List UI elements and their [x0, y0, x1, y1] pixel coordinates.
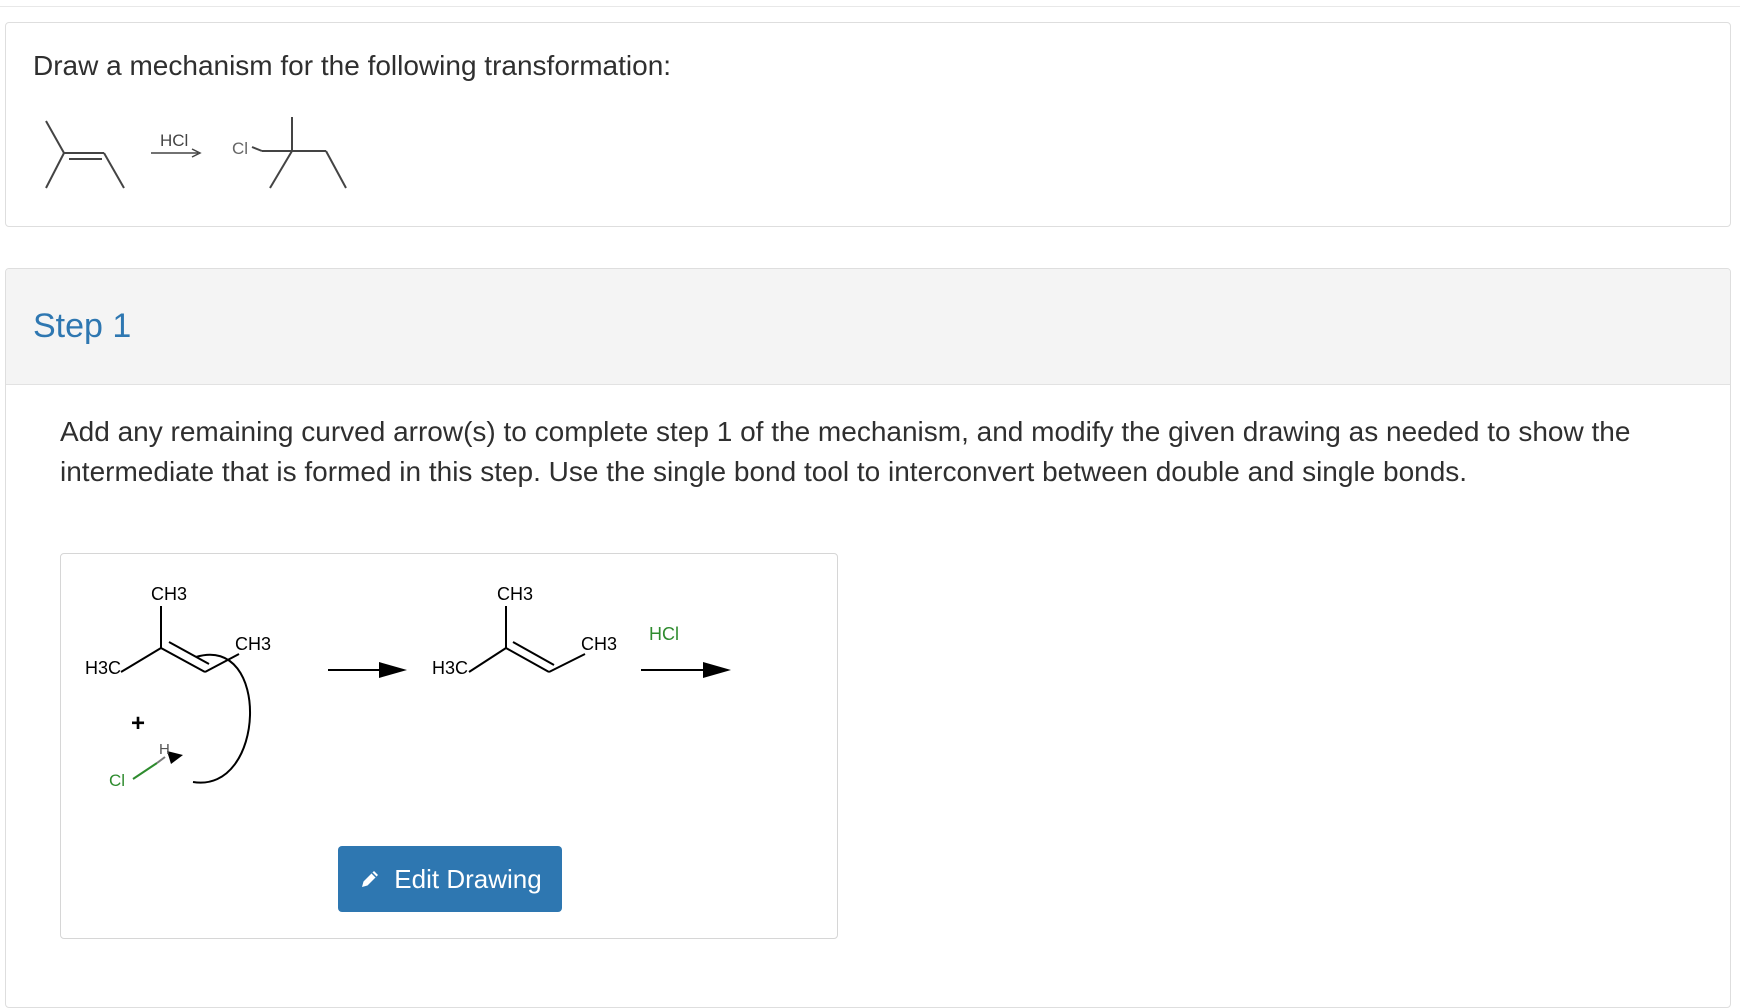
plus-sign: + [131, 710, 145, 737]
curved-arrow[interactable] [192, 653, 251, 784]
bond-line [120, 647, 162, 673]
edit-drawing-button[interactable]: Edit Drawing [338, 846, 562, 912]
methyl-label: H3C [85, 658, 121, 678]
bond-line [325, 150, 347, 189]
step-card: Step 1 Add any remaining curved arrow(s)… [5, 268, 1731, 1008]
bond-line [103, 152, 125, 189]
methyl-label: CH3 [235, 634, 271, 654]
bond-line [168, 641, 210, 665]
bond-line [505, 647, 550, 673]
bond-line [548, 653, 586, 673]
reagent-label: HCl [649, 624, 679, 644]
methyl-label: CH3 [497, 584, 533, 604]
edit-drawing-label: Edit Drawing [394, 863, 542, 894]
reaction-arrowhead [703, 662, 731, 678]
bond-line [468, 647, 507, 673]
methyl-label: CH3 [581, 634, 617, 654]
hydrogen-label: H [159, 741, 170, 758]
bond-line [512, 641, 555, 666]
bond-line [45, 152, 65, 189]
bond-line [269, 150, 293, 189]
reaction-arrowhead [379, 662, 407, 678]
bond-line [45, 120, 65, 154]
bond-line [251, 146, 263, 152]
step-header: Step 1 [6, 269, 1730, 385]
question-card: Draw a mechanism for the following trans… [5, 22, 1731, 227]
bond-line [132, 762, 158, 780]
top-divider [0, 6, 1740, 7]
chlorine-label: Cl [109, 771, 125, 790]
chlorine-label: Cl [232, 139, 248, 158]
bond-line [160, 647, 206, 673]
methyl-label: H3C [432, 658, 468, 678]
drawing-panel: CH3 CH3 H3C + H Cl CH3 CH3 H3C HCl Edit … [60, 553, 838, 939]
step-instructions: Add any remaining curved arrow(s) to com… [60, 416, 1631, 487]
methyl-label: CH3 [151, 584, 187, 604]
pencil-icon [362, 871, 379, 887]
step-title: Step 1 [33, 307, 132, 345]
reagent-label: HCl [160, 131, 188, 150]
reaction-scheme: HCl Cl [45, 117, 347, 189]
question-prompt: Draw a mechanism for the following trans… [33, 50, 672, 81]
